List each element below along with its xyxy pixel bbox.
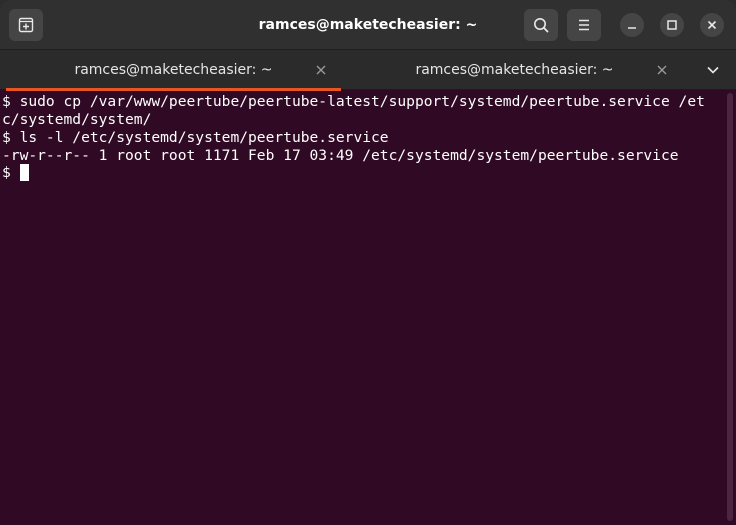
chevron-down-icon [707, 66, 719, 74]
menu-button[interactable] [567, 9, 601, 41]
maximize-icon [667, 20, 677, 30]
tab-close-button[interactable] [654, 62, 670, 78]
maximize-button[interactable] [660, 13, 684, 37]
hamburger-menu-icon [579, 19, 589, 31]
text-cursor [19, 164, 29, 181]
terminal-line: c/systemd/system/ [2, 111, 152, 128]
terminal-window: ramces@maketecheasier: ~ ramces@maketech… [0, 0, 736, 525]
search-icon [534, 18, 549, 33]
terminal-prompt-line[interactable]: $ [2, 164, 29, 182]
terminal-line: -rw-r--r-- 1 root root 1171 Feb 17 03:49… [2, 147, 679, 164]
tab-label: ramces@maketecheasier: ~ [415, 62, 614, 78]
scrollbar-thumb[interactable] [727, 93, 733, 521]
terminal-line: $ ls -l /etc/systemd/system/peertube.ser… [2, 129, 389, 146]
tabs-dropdown-button[interactable] [702, 61, 724, 79]
tab-close-icon [316, 65, 326, 75]
new-tab-button[interactable] [9, 9, 43, 41]
prompt: $ [2, 164, 20, 181]
window-title: ramces@maketecheasier: ~ [258, 17, 478, 33]
headerbar: ramces@maketecheasier: ~ [0, 0, 736, 50]
tab-2[interactable]: ramces@maketecheasier: ~ [347, 50, 682, 90]
minimize-icon [628, 27, 636, 29]
terminal-line: $ sudo cp /var/www/peertube/peertube-lat… [2, 93, 705, 110]
tab-1[interactable]: ramces@maketecheasier: ~ [6, 50, 341, 91]
tab-label: ramces@maketecheasier: ~ [74, 62, 273, 78]
tab-close-icon [657, 65, 667, 75]
scrollbar[interactable] [724, 91, 736, 525]
close-button[interactable] [700, 13, 724, 37]
tab-bar: ramces@maketecheasier: ~ ramces@maketech… [0, 50, 736, 91]
tab-close-button[interactable] [313, 62, 329, 78]
minimize-button[interactable] [620, 13, 644, 37]
close-icon [707, 20, 717, 30]
terminal-output[interactable]: $ sudo cp /var/www/peertube/peertube-lat… [0, 91, 724, 525]
search-button[interactable] [524, 9, 558, 41]
new-tab-icon [18, 17, 34, 33]
